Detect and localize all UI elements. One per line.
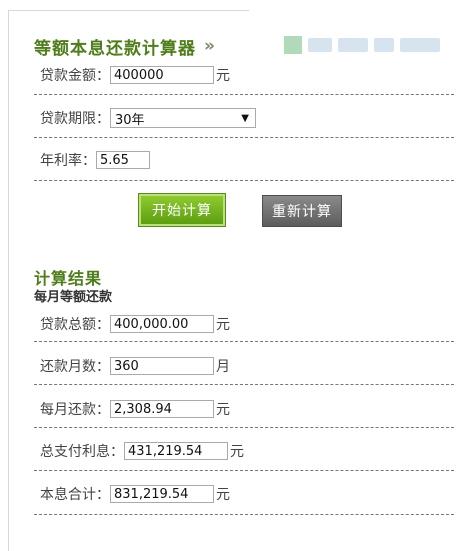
months-unit: 月	[216, 359, 230, 375]
months-field[interactable]: 360	[110, 357, 214, 375]
loan-amount-unit: 元	[216, 68, 230, 84]
monthly-payment-label: 每月还款：	[40, 402, 110, 418]
total-interest-unit: 元	[230, 444, 244, 460]
loan-term-select[interactable]: 30年 ▼	[110, 108, 256, 128]
divider	[34, 180, 454, 181]
divider	[34, 384, 454, 385]
loan-amount-row: 贷款金额： 400000 元	[40, 63, 230, 87]
divider	[34, 470, 454, 471]
loan-term-row: 贷款期限： 30年 ▼	[40, 106, 256, 130]
total-interest-label: 总支付利息：	[40, 444, 124, 460]
loan-term-selected: 30年	[115, 112, 145, 128]
results-subtitle: 每月等额还款	[34, 290, 113, 305]
total-principal-interest-row: 本息合计： 831,219.54 元	[40, 482, 230, 506]
blurred-segment	[308, 38, 332, 52]
total-loan-unit: 元	[216, 317, 230, 333]
monthly-payment-field[interactable]: 2,308.94	[110, 400, 214, 418]
blurred-logo	[284, 36, 302, 54]
total-principal-interest-unit: 元	[216, 487, 230, 503]
total-interest-field[interactable]: 431,219.54	[124, 442, 228, 460]
blurred-segment	[338, 38, 368, 52]
total-principal-interest-label: 本息合计：	[40, 487, 110, 503]
loan-amount-label: 贷款金额：	[40, 68, 110, 84]
divider	[34, 341, 454, 342]
divider	[34, 427, 454, 428]
total-loan-field[interactable]: 400,000.00	[110, 315, 214, 333]
reset-calculation-button[interactable]: 重新计算	[262, 195, 342, 227]
double-chevron-right-icon: »	[204, 36, 215, 56]
months-row: 还款月数： 360 月	[40, 354, 230, 378]
rate-row: 年利率： 5.65	[40, 148, 150, 172]
rate-input[interactable]: 5.65	[96, 151, 150, 169]
total-principal-interest-field[interactable]: 831,219.54	[110, 485, 214, 503]
loan-amount-input[interactable]: 400000	[110, 66, 214, 84]
blurred-segment	[374, 38, 394, 52]
total-loan-label: 贷款总额：	[40, 317, 110, 333]
divider	[34, 514, 454, 515]
total-interest-row: 总支付利息： 431,219.54 元	[40, 439, 244, 463]
start-calculation-button[interactable]: 开始计算	[139, 194, 225, 226]
months-label: 还款月数：	[40, 359, 110, 375]
dropdown-arrow-icon[interactable]: ▼	[241, 113, 249, 124]
divider	[34, 94, 454, 95]
calculator-title: 等额本息还款计算器	[34, 38, 196, 59]
blurred-segment	[400, 38, 440, 52]
divider	[34, 137, 454, 138]
loan-term-label: 贷款期限：	[40, 111, 110, 127]
calculator-header: 等额本息还款计算器 »	[34, 34, 215, 59]
total-loan-row: 贷款总额： 400,000.00 元	[40, 312, 230, 336]
rate-label: 年利率：	[40, 153, 96, 169]
blurred-banner	[284, 34, 460, 56]
monthly-payment-row: 每月还款： 2,308.94 元	[40, 397, 230, 421]
monthly-payment-unit: 元	[216, 402, 230, 418]
